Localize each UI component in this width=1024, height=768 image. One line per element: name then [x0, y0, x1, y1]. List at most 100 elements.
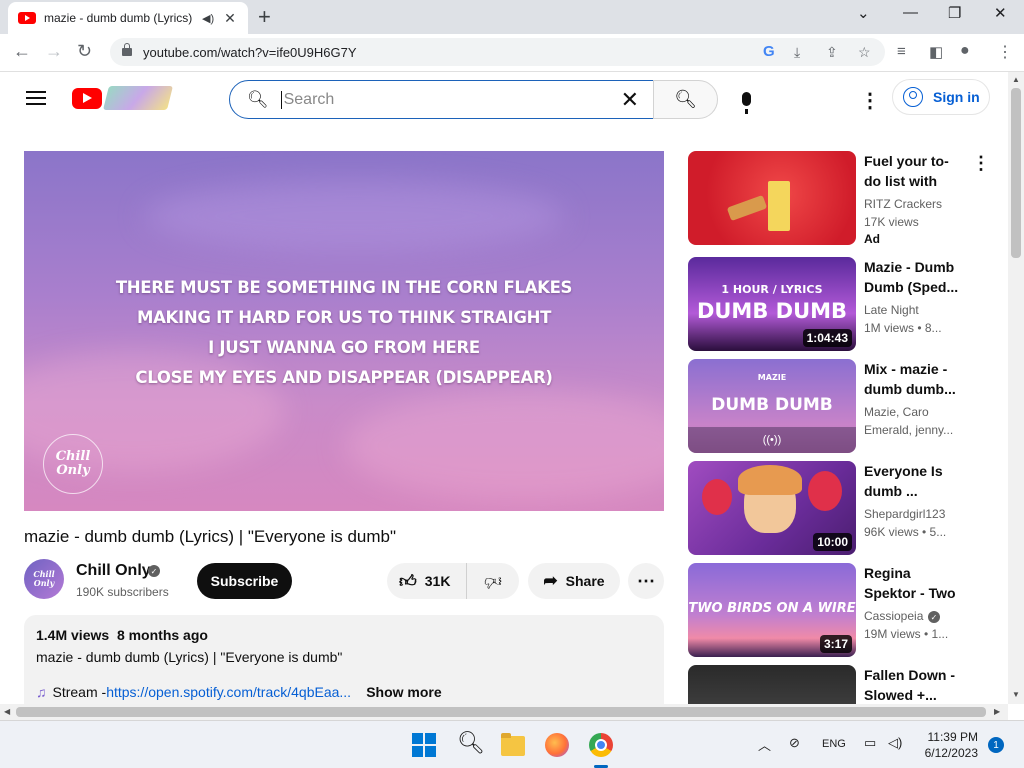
browser-tab[interactable]: mazie - dumb dumb (Lyrics) ◀) ✕: [8, 2, 248, 34]
audio-playing-icon[interactable]: ◀): [202, 12, 214, 25]
recommendation-item[interactable]: TWO BIRDS ON A WIRE 3:17 Regina Spektor …: [688, 563, 998, 657]
description-stream-line: ♫ Stream - https://open.spotify.com/trac…: [36, 684, 652, 700]
like-button[interactable]: 👍︎ 31K: [387, 563, 467, 599]
search-box[interactable]: 🔍︎ ✕: [229, 80, 654, 119]
display-icon[interactable]: ▭: [864, 735, 876, 751]
file-explorer-icon[interactable]: [501, 733, 525, 756]
profile-icon[interactable]: ●: [960, 42, 970, 60]
video-thumbnail[interactable]: 1 HOUR / LYRICS DUMB DUMB 1:04:43: [688, 257, 856, 351]
channel-name[interactable]: Chill Only: [76, 562, 151, 580]
vertical-scroll-thumb[interactable]: [1011, 88, 1021, 258]
youtube-logo-icon[interactable]: [72, 88, 102, 109]
watermark-line: Chill: [55, 449, 91, 464]
back-icon[interactable]: ←: [13, 41, 31, 62]
scroll-up-icon[interactable]: ▲: [1012, 75, 1020, 84]
share-label: Share: [565, 573, 605, 589]
reload-icon[interactable]: ↻: [77, 41, 92, 62]
like-dislike-group: 👍︎ 31K 👍︎: [387, 563, 519, 599]
recommendation-menu-icon[interactable]: ⋮: [972, 153, 990, 174]
firefox-icon[interactable]: [545, 733, 569, 757]
sign-in-label: Sign in: [933, 89, 980, 105]
recommendation-item[interactable]: 1 HOUR / LYRICS DUMB DUMB 1:04:43 Mazie …: [688, 257, 998, 351]
scroll-right-icon[interactable]: ▶: [994, 707, 1000, 716]
video-title: mazie - dumb dumb (Lyrics) | "Everyone i…: [24, 527, 397, 546]
chrome-menu-icon[interactable]: ⋮: [997, 42, 1013, 62]
media-control-icon[interactable]: ≡: [897, 43, 906, 60]
recommendation-title[interactable]: Everyone Is dumb ...: [864, 461, 964, 501]
mix-radio-icon: ((•)): [688, 427, 856, 453]
install-app-icon[interactable]: ⤓: [794, 44, 800, 61]
recommendation-item[interactable]: Fuel your to-do list with RITZ... RITZ C…: [688, 151, 998, 246]
search-input[interactable]: [280, 90, 611, 109]
horizontal-scrollbar[interactable]: ◀ ▶: [0, 704, 1008, 720]
minimize-icon[interactable]: —: [903, 4, 918, 21]
video-thumbnail[interactable]: MAZIE DUMB DUMB ((•)): [688, 359, 856, 453]
video-player[interactable]: THERE MUST BE SOMETHING IN THE CORN FLAK…: [24, 151, 664, 511]
side-panel-icon[interactable]: ◧: [929, 43, 943, 61]
clear-search-icon[interactable]: ✕: [621, 87, 639, 113]
close-tab-icon[interactable]: ✕: [224, 10, 236, 27]
youtube-doodle[interactable]: [103, 86, 173, 110]
share-page-icon[interactable]: ⇪: [826, 44, 838, 61]
close-window-icon[interactable]: ✕: [994, 4, 1007, 22]
spotify-link[interactable]: https://open.spotify.com/track/4qbEaa...: [106, 684, 356, 700]
address-bar[interactable]: youtube.com/watch?v=ife0U9H6G7Y G ⤓ ⇪ ☆: [110, 38, 885, 66]
system-clock[interactable]: 11:39 PM 6/12/2023: [920, 729, 978, 761]
more-actions-button[interactable]: ⋯: [628, 563, 664, 599]
chrome-icon[interactable]: [589, 733, 613, 757]
notification-badge[interactable]: 1: [988, 737, 1004, 753]
video-thumbnail[interactable]: 10:00: [688, 461, 856, 555]
search-button[interactable]: 🔍︎: [653, 80, 718, 119]
recommendation-item[interactable]: Fallen Down - Slowed +...: [688, 665, 998, 704]
lock-icon[interactable]: [122, 43, 132, 56]
horizontal-scroll-thumb[interactable]: [16, 707, 986, 717]
tab-title: mazie - dumb dumb (Lyrics): [44, 11, 193, 25]
channel-avatar[interactable]: Chill Only: [24, 559, 64, 599]
thumbnail-caption: MAZIE: [757, 373, 787, 382]
ad-badge: Ad: [864, 232, 880, 246]
volume-icon[interactable]: ◁): [888, 735, 902, 751]
new-tab-icon[interactable]: +: [258, 4, 271, 30]
video-thumbnail[interactable]: TWO BIRDS ON A WIRE 3:17: [688, 563, 856, 657]
windows-start-icon[interactable]: [412, 733, 436, 757]
recommendation-title[interactable]: Fallen Down - Slowed +...: [864, 665, 964, 704]
video-thumbnail[interactable]: [688, 151, 856, 245]
bookmark-star-icon[interactable]: ☆: [858, 44, 871, 61]
subscriber-count: 190K subscribers: [76, 585, 169, 599]
voice-search-button[interactable]: [732, 84, 760, 114]
account-icon: [903, 87, 923, 107]
show-more-button[interactable]: Show more: [366, 684, 441, 700]
clock-date: 6/12/2023: [924, 746, 978, 760]
recommendation-channel: RITZ Crackers: [864, 197, 942, 211]
network-offline-icon[interactable]: ⊘: [789, 735, 800, 751]
url-text[interactable]: youtube.com/watch?v=ife0U9H6G7Y: [143, 45, 357, 60]
subscribe-button[interactable]: Subscribe: [197, 563, 292, 599]
recommendation-item[interactable]: MAZIE DUMB DUMB ((•)) Mix - mazie - dumb…: [688, 359, 998, 453]
video-thumbnail[interactable]: [688, 665, 856, 704]
forward-icon[interactable]: →: [45, 41, 63, 62]
google-lens-icon[interactable]: G: [763, 43, 775, 60]
menu-icon[interactable]: [26, 91, 46, 105]
thumbnail-caption: 1 HOUR / LYRICS: [721, 283, 823, 296]
share-button[interactable]: ➦ Share: [528, 563, 620, 599]
scroll-down-icon[interactable]: ▼: [1012, 690, 1020, 699]
description-box[interactable]: 1.4M views 8 months ago mazie - dumb dum…: [24, 615, 664, 715]
recommendation-item[interactable]: 10:00 Everyone Is dumb ... Shepardgirl12…: [688, 461, 998, 555]
settings-kebab-icon[interactable]: ⋮: [860, 88, 880, 113]
lyric-line: I JUST WANNA GO FROM HERE: [208, 338, 480, 357]
recommendation-title[interactable]: Mazie - Dumb Dumb (Sped...: [864, 257, 964, 297]
dislike-button[interactable]: 👍︎: [467, 571, 519, 592]
scroll-left-icon[interactable]: ◀: [4, 707, 10, 716]
restore-icon[interactable]: ❐: [948, 4, 961, 22]
verified-check-icon: ✓: [928, 611, 940, 623]
recommendation-title[interactable]: Mix - mazie - dumb dumb...: [864, 359, 964, 399]
tab-search-chevron-icon[interactable]: ⌄: [857, 4, 870, 22]
thumbnail-title: DUMB DUMB: [711, 395, 833, 415]
taskbar-search-icon[interactable]: 🔍︎: [457, 730, 485, 755]
language-indicator[interactable]: ENG: [822, 738, 846, 750]
recommendation-title[interactable]: Fuel your to-do list with RITZ...: [864, 151, 964, 191]
sign-in-button[interactable]: Sign in: [892, 79, 990, 115]
recommendation-title[interactable]: Regina Spektor - Two Birds O...: [864, 563, 964, 603]
tray-overflow-chevron-icon[interactable]: ︿: [758, 735, 771, 754]
vertical-scrollbar[interactable]: ▲ ▼: [1008, 72, 1024, 704]
